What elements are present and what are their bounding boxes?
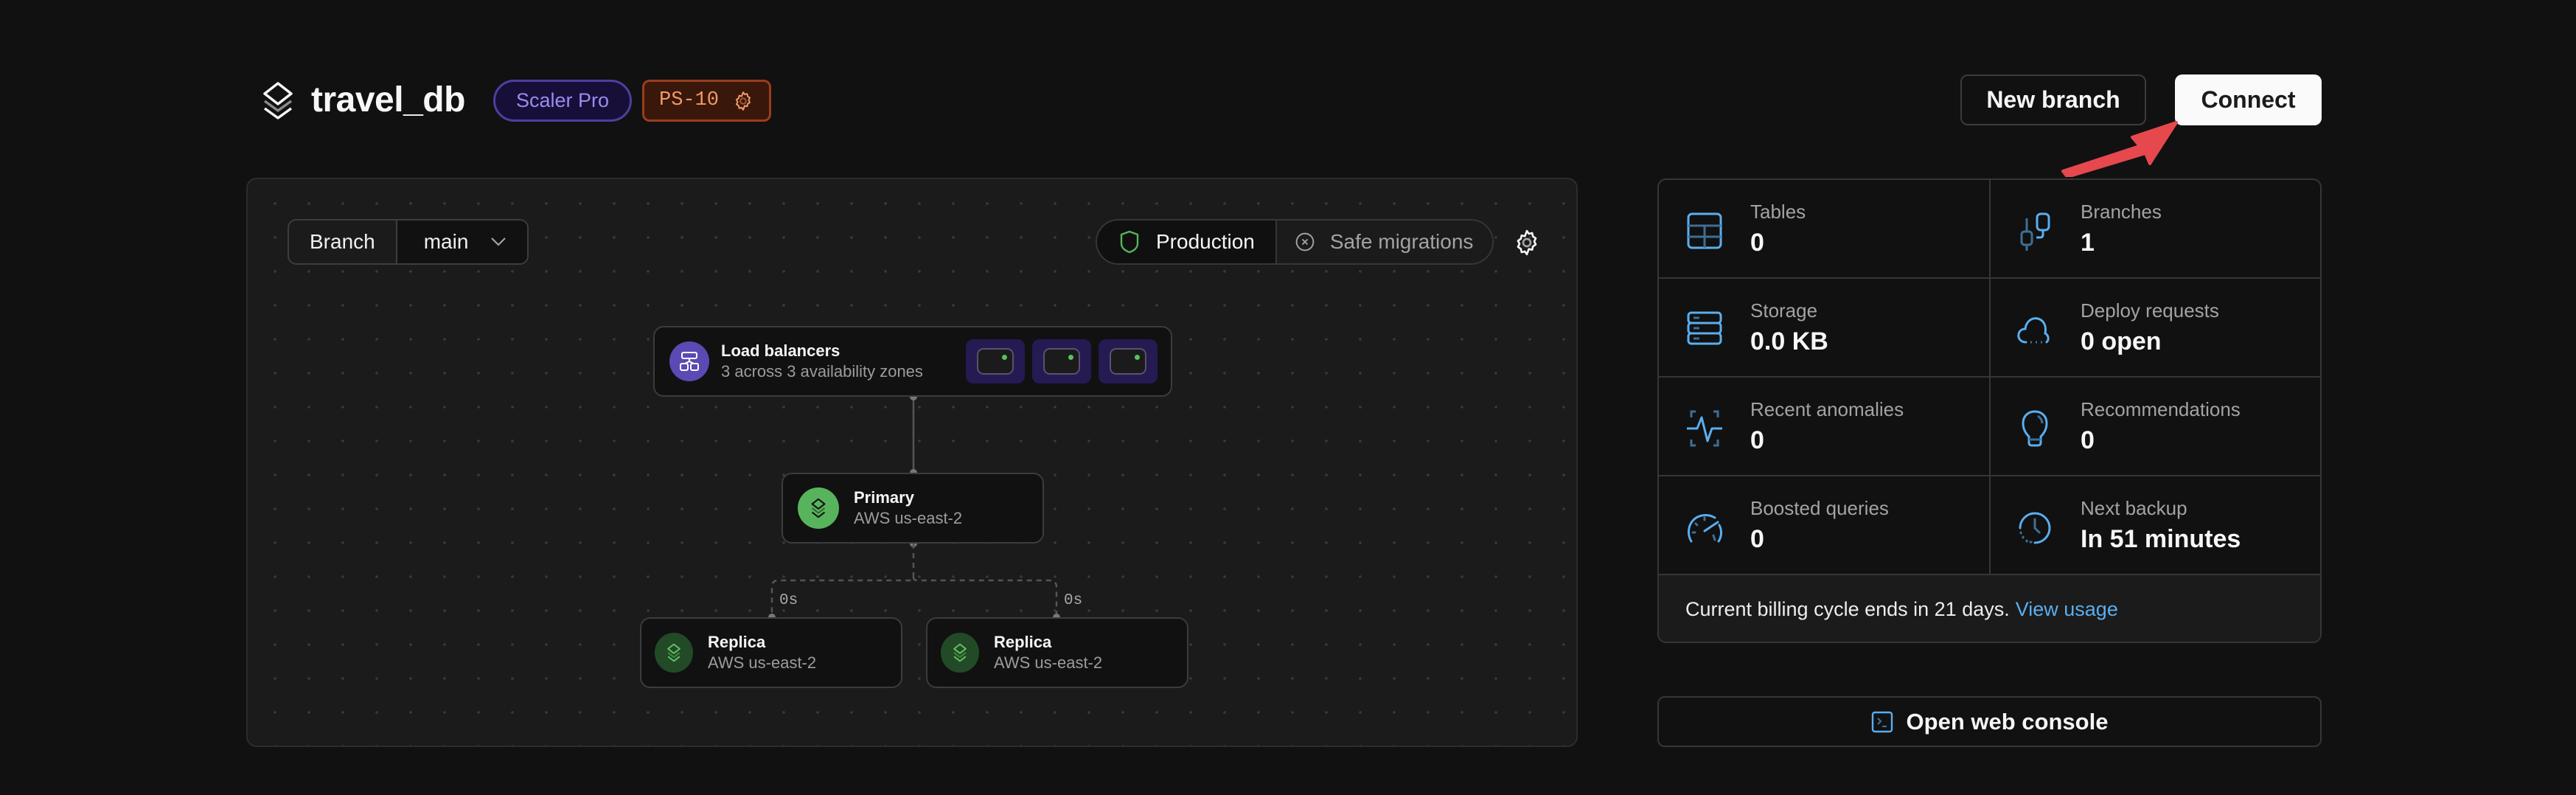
stat-value: 0 open xyxy=(2081,327,2162,355)
load-balancer-instance[interactable] xyxy=(966,339,1025,383)
database-stats-card: Tables 0 Branches 1 Storage 0.0 KB Deplo… xyxy=(1657,178,2322,643)
terminal-icon xyxy=(1871,711,1893,732)
replica-region: AWS us-east-2 xyxy=(994,653,1103,672)
stat-deploy-requests[interactable]: Deploy requests 0 open xyxy=(1991,279,2320,378)
primary-title: Primary xyxy=(854,488,914,507)
replica-node[interactable]: Replica AWS us-east-2 xyxy=(640,617,902,688)
safe-migrations-toggle[interactable]: Safe migrations xyxy=(1276,221,1493,263)
replica-title: Replica xyxy=(708,633,766,651)
branch-label: Branch xyxy=(289,221,397,263)
replica-lag: 0s xyxy=(779,592,798,609)
load-balancers-title: Load balancers xyxy=(721,341,840,360)
server-status-icon xyxy=(977,348,1014,375)
stat-value: 0.0 KB xyxy=(1750,327,1828,355)
stat-label: Storage xyxy=(1750,299,1818,322)
load-balancer-instance[interactable] xyxy=(1032,339,1091,383)
primary-region: AWS us-east-2 xyxy=(854,509,963,527)
load-balancers-node[interactable]: Load balancers 3 across 3 availability z… xyxy=(653,326,1172,397)
replica-node[interactable]: Replica AWS us-east-2 xyxy=(926,617,1188,688)
storage-icon xyxy=(1687,311,1722,345)
plan-badge: Scaler Pro xyxy=(493,80,633,122)
stat-value: 1 xyxy=(2081,229,2095,257)
gear-icon[interactable] xyxy=(732,90,754,112)
open-web-console-label: Open web console xyxy=(1906,708,2109,735)
database-topology-canvas: Branch main Production Safe migrations L… xyxy=(246,178,1578,747)
branch-value: main xyxy=(423,230,469,253)
view-usage-link[interactable]: View usage xyxy=(2016,598,2118,621)
replica-lag: 0s xyxy=(1064,592,1083,609)
load-balancer-instance[interactable] xyxy=(1099,339,1158,383)
x-circle-icon xyxy=(1295,232,1315,251)
billing-text: Current billing cycle ends in 21 days. xyxy=(1685,597,2010,620)
load-balancers-subtitle: 3 across 3 availability zones xyxy=(721,362,923,381)
server-status-icon xyxy=(1043,348,1080,375)
replica-database-icon xyxy=(655,633,693,673)
production-label: Production xyxy=(1156,230,1255,253)
chevron-down-icon xyxy=(491,237,507,246)
stat-value: 0 xyxy=(2081,426,2095,454)
billing-notice: Current billing cycle ends in 21 days. V… xyxy=(1659,575,2320,642)
database-layers-icon xyxy=(263,82,293,119)
server-status-icon xyxy=(1110,348,1146,375)
replica-database-icon xyxy=(941,633,979,673)
stat-recommendations[interactable]: Recommendations 0 xyxy=(1991,378,2320,476)
settings-gear-icon[interactable] xyxy=(1512,228,1542,257)
stat-value: 0 xyxy=(1750,229,1764,257)
branch-icon xyxy=(2020,212,2050,251)
annotation-arrow xyxy=(2061,121,2178,177)
clock-icon xyxy=(2019,512,2051,544)
stat-label: Recommendations xyxy=(2081,398,2241,420)
connect-button[interactable]: Connect xyxy=(2175,74,2322,125)
stat-label: Deploy requests xyxy=(2081,299,2219,322)
stat-value: In 51 minutes xyxy=(2081,525,2241,553)
load-balancer-icon xyxy=(669,341,709,381)
shield-icon xyxy=(1120,230,1139,254)
cluster-size-badge[interactable]: PS-10 xyxy=(642,80,772,122)
stat-storage[interactable]: Storage 0.0 KB xyxy=(1659,279,1991,378)
primary-database-icon xyxy=(798,487,839,529)
cloud-icon xyxy=(2017,317,2050,344)
stat-boosted-queries[interactable]: Boosted queries 0 xyxy=(1659,476,1991,575)
stat-value: 0 xyxy=(1750,525,1764,553)
stat-value: 0 xyxy=(1750,426,1764,454)
stat-branches[interactable]: Branches 1 xyxy=(1991,180,2320,279)
availability-zones xyxy=(966,339,1158,383)
cluster-size-label: PS-10 xyxy=(659,89,720,111)
table-icon xyxy=(1687,212,1722,249)
lightbulb-icon xyxy=(2022,410,2048,447)
safe-migrations-label: Safe migrations xyxy=(1329,230,1474,253)
stat-label: Recent anomalies xyxy=(1750,398,1904,420)
stat-label: Branches xyxy=(2081,201,2162,223)
speedometer-icon xyxy=(1688,514,1722,543)
stat-label: Boosted queries xyxy=(1750,497,1889,519)
stat-recent-anomalies[interactable]: Recent anomalies 0 xyxy=(1659,378,1991,476)
branch-selector[interactable]: Branch main xyxy=(288,219,529,265)
open-web-console-button[interactable]: Open web console xyxy=(1657,696,2322,747)
environment-toggle: Production Safe migrations xyxy=(1096,219,1494,265)
branch-dropdown[interactable]: main xyxy=(397,221,528,263)
new-branch-button[interactable]: New branch xyxy=(1960,74,2146,125)
stat-tables[interactable]: Tables 0 xyxy=(1659,180,1991,279)
production-toggle[interactable]: Production xyxy=(1097,221,1277,263)
stat-next-backup[interactable]: Next backup In 51 minutes xyxy=(1991,476,2320,575)
replica-title: Replica xyxy=(994,633,1052,651)
database-title: travel_db xyxy=(311,80,465,119)
replica-region: AWS us-east-2 xyxy=(708,653,817,672)
stat-label: Next backup xyxy=(2081,497,2187,519)
pulse-icon xyxy=(1687,410,1722,447)
primary-node[interactable]: Primary AWS us-east-2 xyxy=(781,473,1044,544)
stat-label: Tables xyxy=(1750,201,1806,223)
